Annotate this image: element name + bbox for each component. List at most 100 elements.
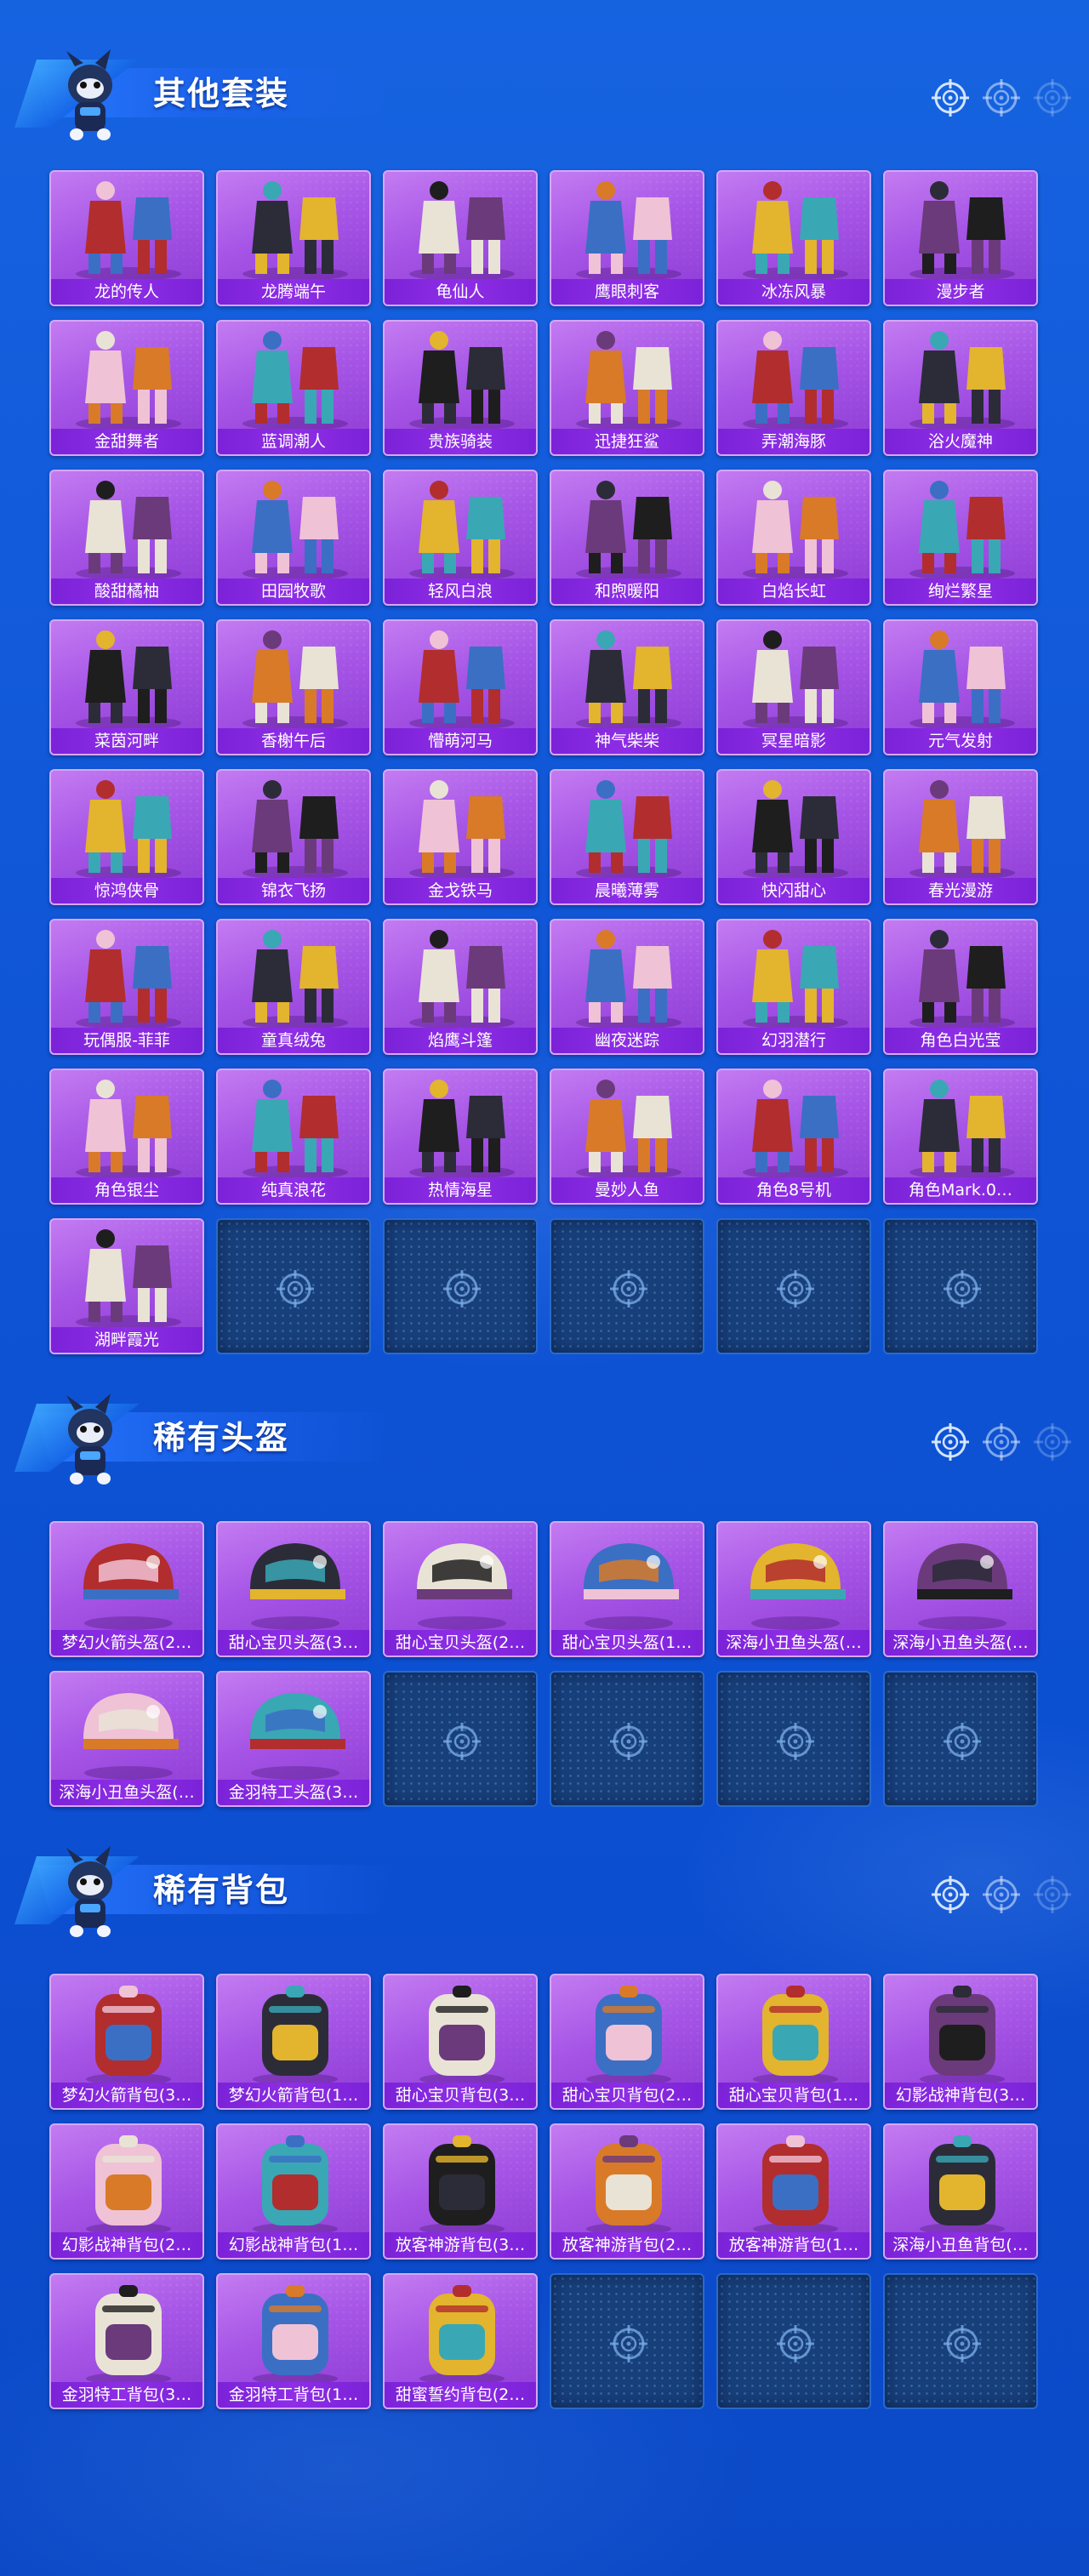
item-card[interactable]: 玩偶服-菲菲 <box>49 919 204 1055</box>
item-image <box>576 630 681 730</box>
item-card[interactable]: 惊鸿侠骨 <box>49 769 204 905</box>
empty-slot <box>883 1671 1038 1807</box>
item-image <box>242 630 348 730</box>
item-image <box>584 1543 679 1630</box>
item-card[interactable]: 幽夜迷踪 <box>550 919 704 1055</box>
item-card[interactable]: 焰鹰斗篷 <box>383 919 538 1055</box>
item-card[interactable]: 鹰眼刺客 <box>550 170 704 306</box>
item-card[interactable]: 放客神游背包(2… <box>550 2123 704 2260</box>
item-card[interactable]: 角色银尘 <box>49 1069 204 1205</box>
item-card[interactable]: 幻影战神背包(2… <box>49 2123 204 2260</box>
item-card[interactable]: 热情海星 <box>383 1069 538 1205</box>
item-image <box>253 1986 338 2085</box>
item-card[interactable]: 角色白光莹 <box>883 919 1038 1055</box>
item-card[interactable]: 漫步者 <box>883 170 1038 306</box>
item-card[interactable]: 角色Mark.0… <box>883 1069 1038 1205</box>
item-card[interactable]: 金羽特工头盔(3… <box>216 1671 371 1807</box>
item-card[interactable]: 龙的传人 <box>49 170 204 306</box>
item-image <box>253 2285 338 2385</box>
item-image <box>743 930 848 1029</box>
item-image <box>76 780 181 880</box>
item-card[interactable]: 深海小丑鱼头盔(… <box>49 1671 204 1807</box>
item-label: 放客神游背包(2… <box>551 2232 703 2258</box>
item-image <box>409 481 515 580</box>
item-label: 懵萌河马 <box>385 728 536 754</box>
item-card[interactable]: 湖畔霞光 <box>49 1218 204 1354</box>
item-card[interactable]: 角色8号机 <box>716 1069 871 1205</box>
item-card[interactable]: 纯真浪花 <box>216 1069 371 1205</box>
item-card[interactable]: 梦幻火箭头盔(2… <box>49 1521 204 1657</box>
item-card[interactable]: 和煦暖阳 <box>550 470 704 606</box>
item-card[interactable]: 轻风白浪 <box>383 470 538 606</box>
item-card[interactable]: 快闪甜心 <box>716 769 871 905</box>
item-label: 金羽特工头盔(3… <box>218 1780 369 1805</box>
item-card[interactable]: 金甜舞者 <box>49 320 204 456</box>
item-card[interactable]: 深海小丑鱼头盔(… <box>883 1521 1038 1657</box>
item-card[interactable]: 甜心宝贝背包(2… <box>550 1974 704 2110</box>
item-card[interactable]: 冥星暗影 <box>716 619 871 755</box>
item-card[interactable]: 深海小丑鱼头盔(… <box>716 1521 871 1657</box>
item-card[interactable]: 元气发射 <box>883 619 1038 755</box>
item-label: 漫步者 <box>885 279 1036 305</box>
item-card[interactable]: 绚烂繁星 <box>883 470 1038 606</box>
item-card[interactable]: 幻影战神背包(1… <box>216 2123 371 2260</box>
item-card[interactable]: 梦幻火箭背包(1… <box>216 1974 371 2110</box>
item-image <box>917 1543 1012 1630</box>
item-image <box>242 1080 348 1179</box>
item-card[interactable]: 酸甜橘柚 <box>49 470 204 606</box>
item-card[interactable]: 金戈铁马 <box>383 769 538 905</box>
item-card[interactable]: 幻影战神背包(3… <box>883 1974 1038 2110</box>
item-card[interactable]: 懵萌河马 <box>383 619 538 755</box>
item-card[interactable]: 香榭午后 <box>216 619 371 755</box>
item-image <box>743 780 848 880</box>
item-label: 甜心宝贝头盔(2… <box>385 1630 536 1656</box>
item-card[interactable]: 春光漫游 <box>883 769 1038 905</box>
crosshair-target-icon <box>443 1723 481 1760</box>
item-card[interactable]: 甜心宝贝背包(1… <box>716 1974 871 2110</box>
item-card[interactable]: 田园牧歌 <box>216 470 371 606</box>
item-card[interactable]: 神气柴柴 <box>550 619 704 755</box>
crosshair-target-icon <box>983 1423 1020 1461</box>
item-label: 甜心宝贝头盔(3… <box>218 1630 369 1656</box>
item-card[interactable]: 晨曦薄雾 <box>550 769 704 905</box>
crosshair-target-icon <box>443 1270 481 1308</box>
item-label: 轻风白浪 <box>385 578 536 604</box>
item-card[interactable]: 放客神游背包(1… <box>716 2123 871 2260</box>
item-card[interactable]: 曼妙人鱼 <box>550 1069 704 1205</box>
item-card[interactable]: 甜心宝贝背包(3… <box>383 1974 538 2110</box>
item-label: 金戈铁马 <box>385 878 536 903</box>
item-card[interactable]: 幻羽潜行 <box>716 919 871 1055</box>
item-card[interactable]: 放客神游背包(3… <box>383 2123 538 2260</box>
crosshair-target-icon <box>1034 1876 1071 1913</box>
item-card[interactable]: 甜心宝贝头盔(1… <box>550 1521 704 1657</box>
item-label: 角色8号机 <box>718 1177 869 1203</box>
item-card[interactable]: 菜茵河畔 <box>49 619 204 755</box>
item-card[interactable]: 锦衣飞扬 <box>216 769 371 905</box>
item-card[interactable]: 童真绒兔 <box>216 919 371 1055</box>
crosshair-target-icon <box>983 79 1020 117</box>
item-card[interactable]: 冰冻风暴 <box>716 170 871 306</box>
item-card[interactable]: 蓝调潮人 <box>216 320 371 456</box>
item-card[interactable]: 龟仙人 <box>383 170 538 306</box>
item-label: 金羽特工背包(1… <box>218 2382 369 2408</box>
item-card[interactable]: 金羽特工背包(3… <box>49 2273 204 2409</box>
item-card[interactable]: 白焰长虹 <box>716 470 871 606</box>
item-card[interactable]: 贵族骑装 <box>383 320 538 456</box>
item-image <box>576 1080 681 1179</box>
item-card[interactable]: 金羽特工背包(1… <box>216 2273 371 2409</box>
item-card[interactable]: 梦幻火箭背包(3… <box>49 1974 204 2110</box>
item-card[interactable]: 甜心宝贝头盔(2… <box>383 1521 538 1657</box>
item-image <box>76 181 181 281</box>
item-card[interactable]: 深海小丑鱼背包(… <box>883 2123 1038 2260</box>
item-card[interactable]: 甜蜜誓约背包(2… <box>383 2273 538 2409</box>
item-card[interactable]: 龙腾端午 <box>216 170 371 306</box>
item-image <box>250 1543 345 1630</box>
item-label: 玩偶服-菲菲 <box>51 1028 202 1053</box>
item-label: 幻影战神背包(2… <box>51 2232 202 2258</box>
item-card[interactable]: 甜心宝贝头盔(3… <box>216 1521 371 1657</box>
item-card[interactable]: 迅捷狂鲨 <box>550 320 704 456</box>
item-card[interactable]: 弄潮海豚 <box>716 320 871 456</box>
item-label: 深海小丑鱼头盔(… <box>51 1780 202 1805</box>
item-card[interactable]: 浴火魔神 <box>883 320 1038 456</box>
item-label: 深海小丑鱼头盔(… <box>718 1630 869 1656</box>
